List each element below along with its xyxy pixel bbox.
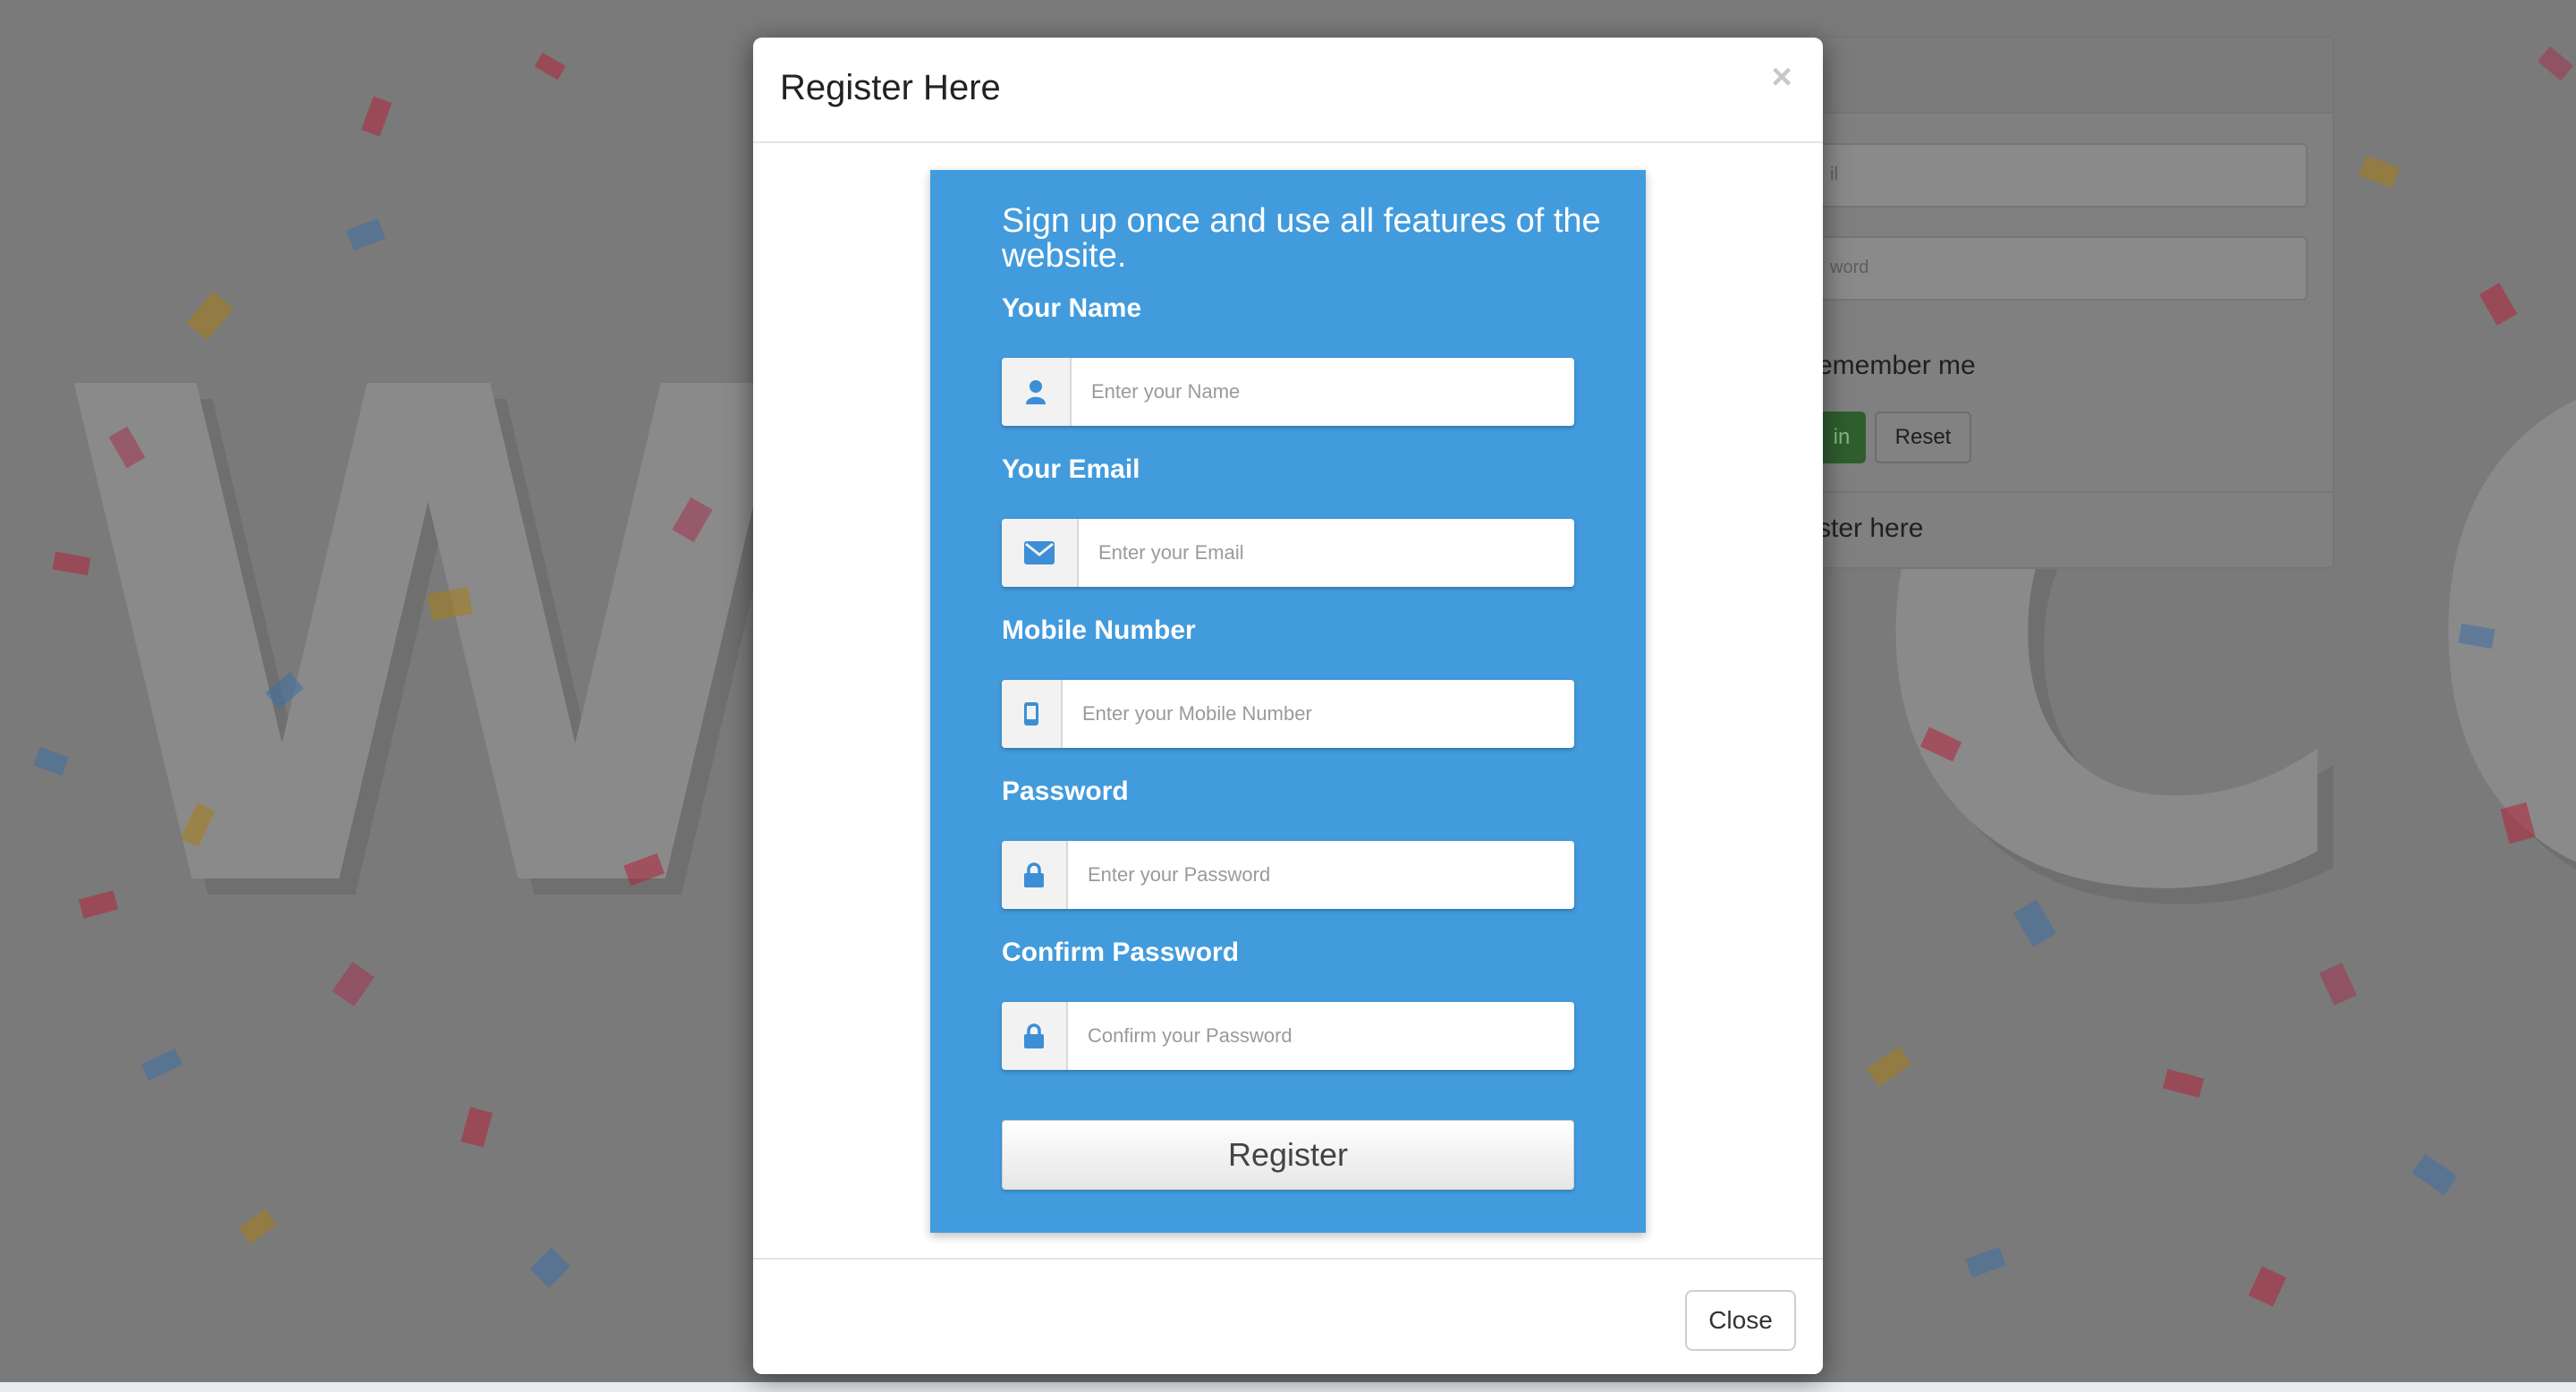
close-icon[interactable]: × [1764, 59, 1800, 95]
mobile-phone-icon [1002, 680, 1063, 748]
confirm-password-label: Confirm Password [1002, 938, 1240, 967]
login-password-input: word [1818, 236, 2308, 301]
name-label: Your Name [1002, 293, 1142, 323]
background-login-panel: il word emember me in Reset ster here [1816, 36, 2336, 569]
login-panel-divider [1818, 491, 2336, 493]
sign-in-button: in [1818, 412, 1866, 463]
remember-me-label: emember me [1818, 351, 1976, 380]
mobile-label: Mobile Number [1002, 615, 1196, 645]
login-password-placeholder: word [1830, 258, 1869, 277]
form-intro-text: Sign up once and use all features of the… [1002, 202, 1601, 275]
confirm-password-input[interactable] [1088, 1002, 1556, 1070]
login-email-placeholder: il [1830, 165, 1838, 184]
email-label: Your Email [1002, 454, 1140, 484]
register-form-card: Sign up once and use all features of the… [930, 170, 1646, 1233]
register-button[interactable]: Register [1002, 1120, 1574, 1190]
email-input[interactable] [1098, 519, 1556, 587]
login-panel-header [1818, 38, 2333, 114]
register-here-link: ster here [1818, 514, 1924, 543]
mobile-input-group [1002, 680, 1574, 748]
modal-header: Register Here × [753, 38, 1823, 143]
register-modal: Register Here × Sign up once and use all… [753, 38, 1823, 1374]
password-label: Password [1002, 777, 1129, 806]
page-bottom-strip [0, 1382, 2576, 1392]
name-input[interactable] [1091, 358, 1556, 426]
login-email-input: il [1818, 143, 2308, 208]
lock-icon [1002, 1002, 1068, 1070]
envelope-icon [1002, 519, 1079, 587]
password-input[interactable] [1088, 841, 1556, 909]
user-icon [1002, 358, 1072, 426]
password-input-group [1002, 841, 1574, 909]
email-input-group [1002, 519, 1574, 587]
modal-footer: Close [753, 1258, 1823, 1374]
modal-title: Register Here [780, 68, 1001, 107]
lock-icon [1002, 841, 1068, 909]
name-input-group [1002, 358, 1574, 426]
close-button[interactable]: Close [1685, 1290, 1796, 1351]
mobile-input[interactable] [1082, 680, 1556, 748]
reset-button: Reset [1875, 412, 1971, 463]
confirm-password-input-group [1002, 1002, 1574, 1070]
